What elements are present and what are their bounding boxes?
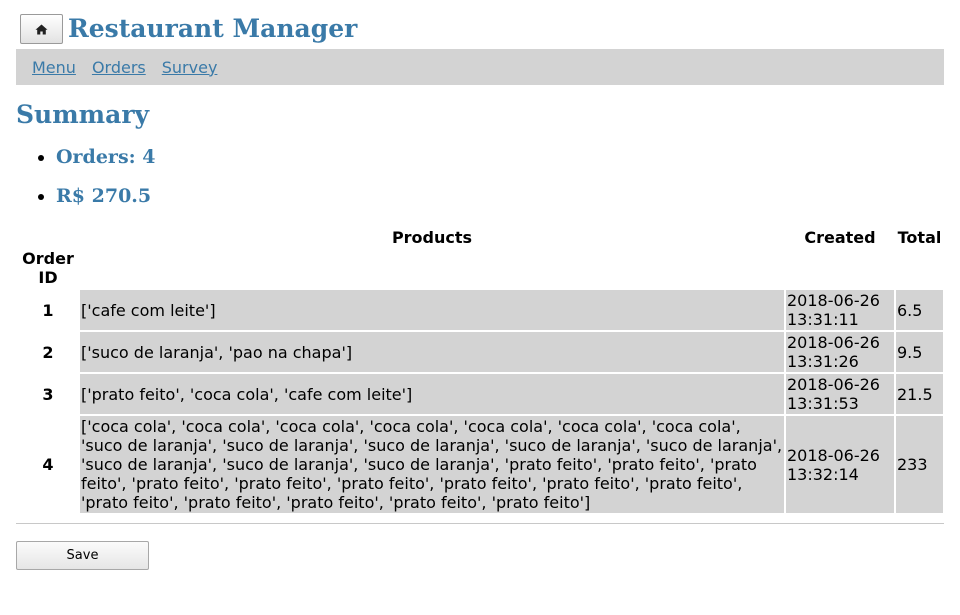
order-id-cell: 4 [18,416,78,513]
total-cell: 233 [896,416,943,513]
save-button[interactable]: Save [16,541,149,570]
app-title: Restaurant Manager [68,14,358,43]
nav-link-survey[interactable]: Survey [162,58,218,77]
orders-table: Order ID Products Created Total 1 ['cafe… [16,225,945,515]
main-nav: Menu Orders Survey [16,49,944,85]
products-cell: ['prato feito', 'coca cola', 'cafe com l… [80,374,784,414]
summary-list: Orders: 4 R$ 270.5 [16,143,156,221]
products-cell: ['suco de laranja', 'pao na chapa'] [80,332,784,372]
created-cell: 2018-06-26 13:31:53 [786,374,894,414]
created-cell: 2018-06-26 13:32:14 [786,416,894,513]
order-id-cell: 1 [18,290,78,330]
products-cell: ['coca cola', 'coca cola', 'coca cola', … [80,416,784,513]
total-cell: 6.5 [896,290,943,330]
nav-link-menu[interactable]: Menu [32,58,76,77]
nav-link-orders[interactable]: Orders [92,58,146,77]
order-id-cell: 3 [18,374,78,414]
products-cell: ['cafe com leite'] [80,290,784,330]
summary-title: Summary [16,100,150,129]
orders-total: R$ 270.5 [56,182,156,210]
table-row: 3 ['prato feito', 'coca cola', 'cafe com… [18,374,943,414]
created-cell: 2018-06-26 13:31:26 [786,332,894,372]
table-row: 1 ['cafe com leite'] 2018-06-26 13:31:11… [18,290,943,330]
table-row: 2 ['suco de laranja', 'pao na chapa'] 20… [18,332,943,372]
table-row: 4 ['coca cola', 'coca cola', 'coca cola'… [18,416,943,513]
header-products: Products [391,228,473,247]
divider [16,523,944,524]
total-cell: 9.5 [896,332,943,372]
header-order-id: Order ID [22,249,74,287]
header-total: Total [897,228,942,247]
orders-count: Orders: 4 [56,143,156,171]
created-cell: 2018-06-26 13:31:11 [786,290,894,330]
home-button[interactable] [20,14,63,44]
app-header: Restaurant Manager [20,14,357,44]
header-created: Created [804,228,876,247]
order-id-cell: 2 [18,332,78,372]
home-icon [35,24,48,34]
table-header-row: Order ID Products Created Total [18,227,943,288]
total-cell: 21.5 [896,374,943,414]
